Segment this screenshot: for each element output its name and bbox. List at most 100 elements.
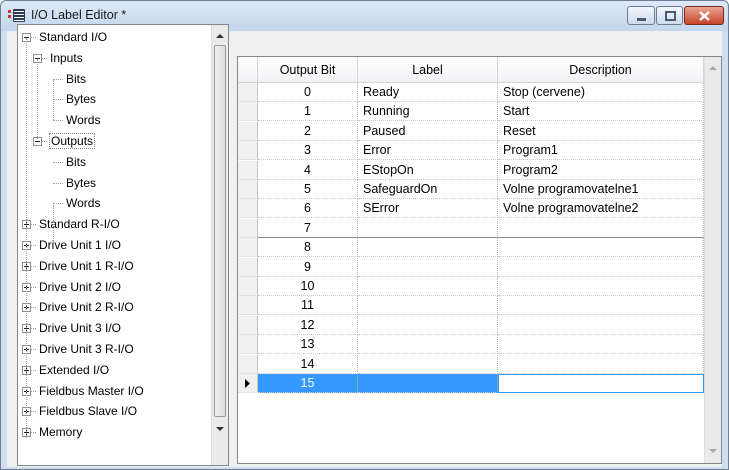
- column-header-description[interactable]: Description: [498, 57, 704, 83]
- cell-description[interactable]: Volne programovatelne2: [498, 199, 704, 219]
- cell-label[interactable]: [358, 218, 498, 238]
- tree-item-words[interactable]: Words: [65, 195, 101, 211]
- tree-vertical-scrollbar[interactable]: [211, 25, 228, 465]
- minimize-button[interactable]: [627, 6, 655, 25]
- tree-item-bits[interactable]: Bits: [65, 154, 87, 170]
- row-header[interactable]: [238, 121, 258, 141]
- tree-item-extended-i-o[interactable]: Extended I/O: [38, 362, 110, 378]
- tree-item-drive-unit-1-i-o[interactable]: Drive Unit 1 I/O: [38, 237, 122, 253]
- tree-item-bytes[interactable]: Bytes: [65, 175, 97, 191]
- cell-label[interactable]: [358, 315, 498, 335]
- tree-item-standard-r-i-o[interactable]: Standard R-I/O: [38, 216, 121, 232]
- tree-item-bytes[interactable]: Bytes: [65, 91, 97, 107]
- cell-description[interactable]: Stop (cervene): [498, 83, 704, 102]
- tree-item-fieldbus-slave-i-o[interactable]: Fieldbus Slave I/O: [38, 403, 138, 419]
- row-header[interactable]: [238, 102, 258, 122]
- cell-description[interactable]: [498, 374, 704, 393]
- row-header[interactable]: [238, 354, 258, 374]
- cell-output-bit[interactable]: 4: [258, 160, 358, 180]
- cell-description[interactable]: [498, 315, 704, 335]
- tree-item-outputs[interactable]: Outputs: [49, 133, 96, 149]
- cell-label[interactable]: [358, 277, 498, 296]
- tree-item-bits[interactable]: Bits: [65, 71, 87, 87]
- cell-label[interactable]: Paused: [358, 121, 498, 141]
- column-header-output-bit[interactable]: Output Bit: [258, 57, 358, 83]
- row-header[interactable]: [238, 218, 258, 238]
- scroll-down-arrow-icon[interactable]: [212, 421, 228, 438]
- cell-output-bit[interactable]: 13: [258, 335, 358, 355]
- row-header[interactable]: [238, 141, 258, 161]
- cell-output-bit[interactable]: 0: [258, 83, 358, 102]
- scroll-up-arrow-icon[interactable]: [212, 27, 228, 44]
- cell-output-bit[interactable]: 5: [258, 180, 358, 199]
- row-header[interactable]: [238, 257, 258, 277]
- cell-output-bit[interactable]: 14: [258, 354, 358, 374]
- scroll-up-arrow-icon[interactable]: [705, 59, 721, 76]
- tree-item-drive-unit-2-i-o[interactable]: Drive Unit 2 I/O: [38, 279, 122, 295]
- row-header[interactable]: [238, 180, 258, 199]
- tree-item-words[interactable]: Words: [65, 112, 101, 128]
- cell-description[interactable]: [498, 277, 704, 296]
- tree-item-inputs[interactable]: Inputs: [49, 50, 84, 66]
- cell-label[interactable]: Error: [358, 141, 498, 161]
- cell-output-bit[interactable]: 2: [258, 121, 358, 141]
- tree-item-drive-unit-3-i-o[interactable]: Drive Unit 3 I/O: [38, 320, 122, 336]
- cell-description[interactable]: [498, 218, 704, 238]
- tree-item-drive-unit-1-r-i-o[interactable]: Drive Unit 1 R-I/O: [38, 258, 135, 274]
- tree-item-drive-unit-2-r-i-o[interactable]: Drive Unit 2 R-I/O: [38, 299, 135, 315]
- cell-description[interactable]: Program2: [498, 160, 704, 180]
- maximize-button[interactable]: [656, 6, 683, 25]
- row-header[interactable]: [238, 160, 258, 180]
- cell-label[interactable]: [358, 354, 498, 374]
- cell-output-bit[interactable]: 3: [258, 141, 358, 161]
- cell-output-bit[interactable]: 7: [258, 218, 358, 238]
- cell-label[interactable]: SError: [358, 199, 498, 219]
- row-header[interactable]: [238, 315, 258, 335]
- row-header[interactable]: [238, 277, 258, 296]
- cell-label[interactable]: [358, 296, 498, 316]
- cell-label[interactable]: [358, 374, 498, 393]
- scroll-down-arrow-icon[interactable]: [705, 443, 721, 460]
- close-button[interactable]: [684, 6, 724, 25]
- cell-description[interactable]: [498, 296, 704, 316]
- cell-output-bit[interactable]: 12: [258, 315, 358, 335]
- cell-label[interactable]: EStopOn: [358, 160, 498, 180]
- row-header[interactable]: [238, 238, 258, 258]
- io-label-grid[interactable]: Output Bit Label Description 0 Ready Stop …: [237, 56, 722, 464]
- tree-item-drive-unit-3-r-i-o[interactable]: Drive Unit 3 R-I/O: [38, 341, 135, 357]
- cell-description[interactable]: Program1: [498, 141, 704, 161]
- cell-description[interactable]: Reset: [498, 121, 704, 141]
- io-tree-view[interactable]: Standard I/O Inputs Bits Bytes Words Outputs B…: [17, 24, 229, 466]
- cell-output-bit[interactable]: 9: [258, 257, 358, 277]
- row-header[interactable]: [238, 296, 258, 316]
- cell-label[interactable]: Ready: [358, 83, 498, 102]
- tree-scroll-thumb[interactable]: [214, 45, 226, 417]
- cell-output-bit[interactable]: 8: [258, 238, 358, 258]
- cell-description[interactable]: Start: [498, 102, 704, 122]
- tree-item-standard-i-o[interactable]: Standard I/O: [38, 29, 108, 45]
- cell-label[interactable]: [358, 238, 498, 258]
- cell-description[interactable]: [498, 257, 704, 277]
- row-header[interactable]: [238, 335, 258, 355]
- cell-output-bit[interactable]: 10: [258, 277, 358, 296]
- row-header[interactable]: [238, 374, 258, 393]
- cell-output-bit[interactable]: 1: [258, 102, 358, 122]
- cell-description[interactable]: Volne programovatelne1: [498, 180, 704, 199]
- row-header[interactable]: [238, 199, 258, 219]
- row-header[interactable]: [238, 83, 258, 102]
- tree-item-memory[interactable]: Memory: [38, 424, 83, 440]
- cell-output-bit[interactable]: 15: [258, 374, 358, 393]
- cell-output-bit[interactable]: 11: [258, 296, 358, 316]
- cell-label[interactable]: Running: [358, 102, 498, 122]
- grid-vertical-scrollbar[interactable]: [704, 57, 721, 463]
- cell-description[interactable]: [498, 335, 704, 355]
- column-header-label[interactable]: Label: [358, 57, 498, 83]
- cell-label[interactable]: [358, 257, 498, 277]
- cell-description[interactable]: [498, 354, 704, 374]
- cell-label[interactable]: SafeguardOn: [358, 180, 498, 199]
- tree-item-fieldbus-master-i-o[interactable]: Fieldbus Master I/O: [38, 383, 145, 399]
- cell-description[interactable]: [498, 238, 704, 258]
- tree-connector: [31, 224, 36, 226]
- cell-label[interactable]: [358, 335, 498, 355]
- cell-output-bit[interactable]: 6: [258, 199, 358, 219]
